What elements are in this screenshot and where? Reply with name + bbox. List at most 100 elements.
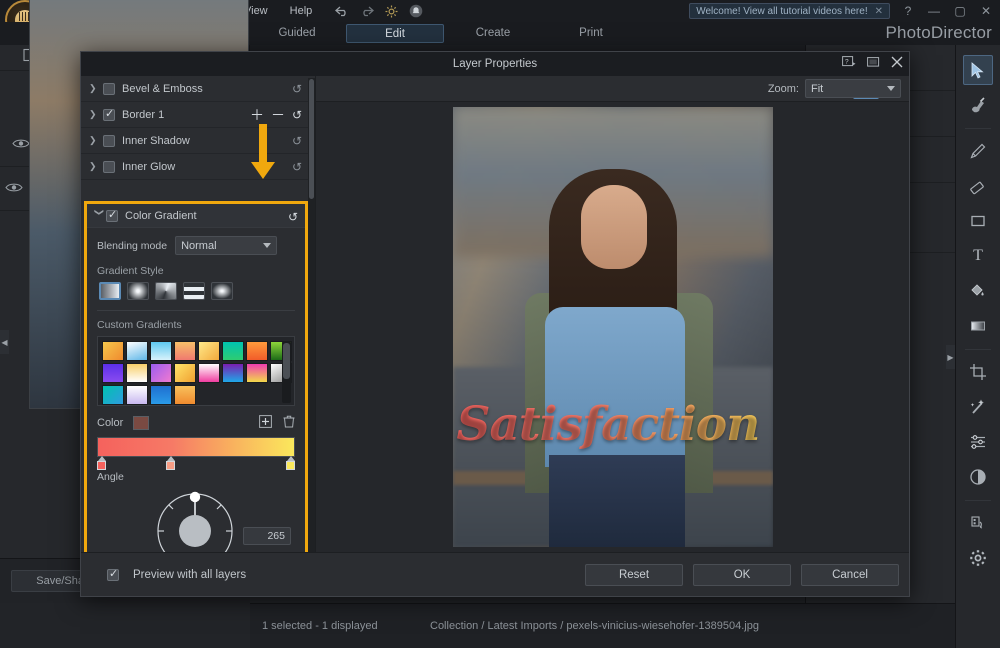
gradient-swatch-2[interactable]	[150, 341, 172, 361]
pencil-tool[interactable]	[963, 136, 993, 166]
crop-tool[interactable]	[963, 357, 993, 387]
gradient-swatch-1[interactable]	[126, 341, 148, 361]
color-gradient-header[interactable]: ❯ Color Gradient ↺	[87, 204, 305, 228]
gradient-style-label: Gradient Style	[97, 265, 295, 277]
preview-stage[interactable]: Satisfaction	[316, 102, 909, 552]
redo-icon[interactable]	[360, 6, 374, 17]
adjustment-tool[interactable]	[963, 427, 993, 457]
collapse-right-panel-icon[interactable]: ▶	[946, 345, 955, 369]
zoom-select[interactable]: Fit	[805, 79, 901, 98]
delete-stop-icon[interactable]	[283, 415, 295, 431]
gradient-swatch-9[interactable]	[126, 363, 148, 383]
chevron-right-icon[interactable]: ❯	[89, 135, 103, 146]
gradient-stop-0[interactable]	[97, 456, 106, 470]
dialog-footer: Preview with all layers Reset OK Cancel	[81, 552, 909, 596]
chevron-right-icon[interactable]: ❯	[89, 109, 103, 120]
gradient-swatch-10[interactable]	[150, 363, 172, 383]
effect-checkbox[interactable]	[103, 135, 115, 147]
text-tool[interactable]: T	[963, 241, 993, 271]
close-button[interactable]: ✕	[978, 4, 994, 18]
tutorial-close-icon[interactable]: ✕	[875, 6, 883, 17]
add-border-icon[interactable]: ＋	[250, 105, 264, 125]
checkbox-icon[interactable]	[107, 569, 119, 581]
add-stop-icon[interactable]	[259, 415, 272, 431]
gradient-tool[interactable]	[963, 311, 993, 341]
color-gradient-checkbox[interactable]	[106, 210, 118, 222]
gradient-swatch-12[interactable]	[198, 363, 220, 383]
reset-effect-icon[interactable]: ↺	[292, 160, 302, 174]
reset-effect-icon[interactable]: ↺	[292, 108, 302, 122]
angle-gradient-style[interactable]	[155, 282, 177, 300]
gradient-stop-2[interactable]	[286, 456, 295, 470]
tab-create[interactable]: Create	[444, 24, 542, 43]
custom-gradients-scrollbar[interactable]	[282, 341, 291, 403]
maximize-icon[interactable]	[867, 55, 880, 73]
gradient-swatch-5[interactable]	[222, 341, 244, 361]
gradient-bar[interactable]	[97, 437, 295, 457]
select-tool[interactable]	[963, 55, 993, 85]
eraser-tool[interactable]	[963, 171, 993, 201]
preview-all-layers-checkbox[interactable]: Preview with all layers	[107, 569, 246, 581]
reset-effect-icon[interactable]: ↺	[292, 82, 302, 96]
close-icon[interactable]	[891, 55, 903, 73]
cancel-button[interactable]: Cancel	[801, 564, 899, 586]
help-button[interactable]: ?	[900, 4, 916, 18]
reset-effect-icon[interactable]: ↺	[292, 134, 302, 148]
collapse-left-panel-icon[interactable]: ◀	[0, 330, 9, 354]
shape-tool[interactable]	[963, 206, 993, 236]
remove-border-icon[interactable]: －	[271, 105, 285, 125]
chevron-right-icon[interactable]: ❯	[89, 161, 103, 172]
diamond-gradient-style[interactable]	[211, 282, 233, 300]
notification-icon[interactable]	[409, 4, 423, 18]
gradient-swatch-19[interactable]	[174, 385, 196, 405]
help-video-icon[interactable]: ?	[842, 55, 856, 73]
angle-value-input[interactable]: 265	[243, 527, 291, 545]
gradient-swatch-6[interactable]	[246, 341, 268, 361]
gradient-swatch-8[interactable]	[102, 363, 124, 383]
tutorial-banner[interactable]: Welcome! View all tutorial videos here! …	[689, 3, 890, 19]
effect-checkbox[interactable]	[103, 83, 115, 95]
settings-tool[interactable]	[963, 543, 993, 573]
gradient-swatch-13[interactable]	[222, 363, 244, 383]
visibility-eye-icon[interactable]	[0, 180, 29, 198]
gradient-swatch-17[interactable]	[126, 385, 148, 405]
tab-print[interactable]: Print	[542, 24, 640, 43]
reset-effect-icon[interactable]: ↺	[288, 210, 298, 224]
magic-wand-tool[interactable]	[963, 392, 993, 422]
gradient-swatch-0[interactable]	[102, 341, 124, 361]
gradient-swatch-4[interactable]	[198, 341, 220, 361]
effect-bevel-emboss[interactable]: ❯ Bevel & Emboss ↺	[81, 76, 309, 102]
ok-button[interactable]: OK	[693, 564, 791, 586]
reset-button[interactable]: Reset	[585, 564, 683, 586]
color-swatch[interactable]	[133, 416, 149, 430]
chevron-right-icon[interactable]: ❯	[89, 83, 103, 94]
gradient-swatch-14[interactable]	[246, 363, 268, 383]
blending-mode-select[interactable]: Normal	[175, 236, 277, 255]
tab-edit[interactable]: Edit	[346, 24, 444, 43]
minimize-button[interactable]: —	[926, 4, 942, 18]
contrast-tool[interactable]	[963, 462, 993, 492]
history-tool[interactable]	[963, 508, 993, 538]
status-bar: 1 selected - 1 displayed Collection / La…	[250, 603, 955, 648]
gradient-swatch-3[interactable]	[174, 341, 196, 361]
effect-checkbox[interactable]	[103, 109, 115, 121]
radial-gradient-style[interactable]	[127, 282, 149, 300]
paint-bucket-tool[interactable]	[963, 276, 993, 306]
menu-help[interactable]: Help	[279, 2, 324, 20]
gradient-stop-1[interactable]	[166, 456, 175, 470]
dialog-title-bar: Layer Properties ?	[81, 52, 909, 76]
linear-gradient-style[interactable]	[99, 282, 121, 300]
tab-guided[interactable]: Guided	[248, 24, 346, 43]
gradient-swatch-18[interactable]	[150, 385, 172, 405]
gradient-swatch-16[interactable]	[102, 385, 124, 405]
effect-checkbox[interactable]	[103, 161, 115, 173]
brush-tool[interactable]	[963, 90, 993, 120]
gradient-swatch-11[interactable]	[174, 363, 196, 383]
chevron-down-icon[interactable]: ❯	[94, 209, 105, 223]
maximize-button[interactable]: ▢	[952, 4, 968, 18]
settings-icon[interactable]	[385, 5, 398, 18]
effects-scrollbar[interactable]	[308, 78, 315, 552]
undo-icon[interactable]	[335, 6, 349, 17]
gradient-bar-wrap	[97, 437, 295, 471]
reflected-gradient-style[interactable]	[183, 282, 205, 300]
